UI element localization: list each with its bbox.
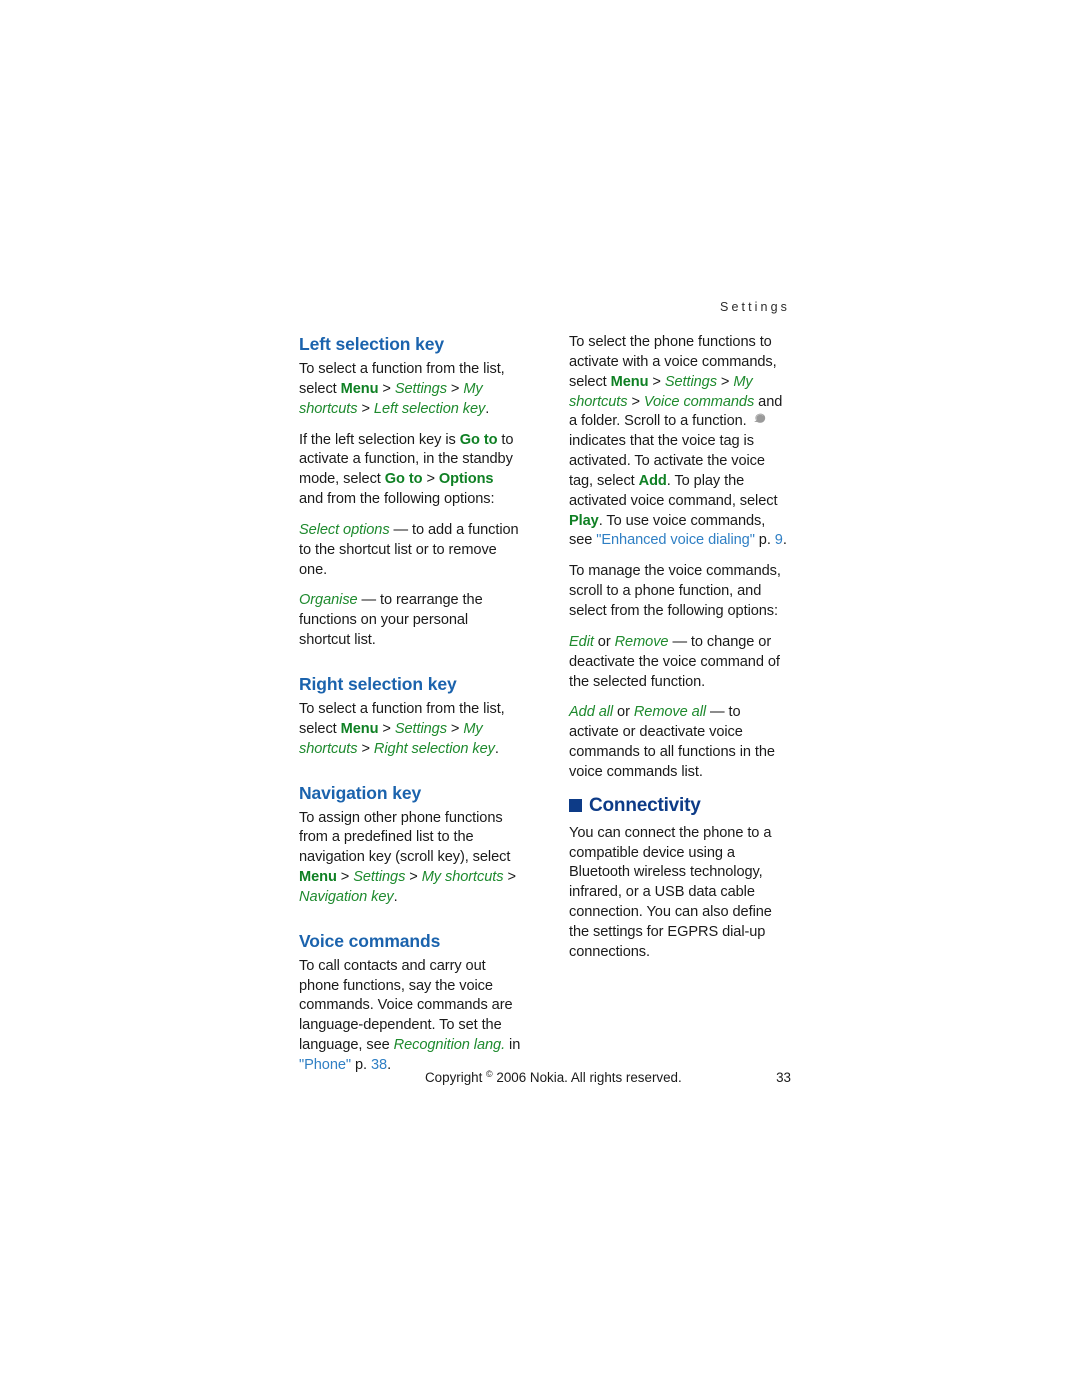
separator: > (716, 373, 734, 390)
separator: > (405, 869, 422, 886)
copyright-symbol: © (486, 1069, 493, 1079)
separator: > (503, 869, 516, 886)
menu-term: Menu (340, 380, 379, 397)
manual-page: Settings Left selection key To select a … (0, 0, 1080, 1397)
select-options-term: Select options (299, 521, 390, 538)
text-end: . (494, 740, 499, 757)
section-heading-navigation-key: Navigation key (299, 782, 422, 803)
settings-term: Settings (664, 373, 717, 390)
organise-term: Organise (299, 592, 358, 609)
chapter-heading-connectivity: Connectivity (569, 794, 791, 818)
text-mid: in (505, 1037, 521, 1054)
paragraph-navigation-key-path: To assign other phone functions from a p… (299, 809, 521, 908)
section-heading-left-selection-key: Left selection key (299, 334, 445, 354)
paragraph-voice-commands-intro: To call contacts and carry out phone fun… (299, 957, 521, 1076)
right-column: To select the phone functions to activat… (569, 333, 791, 963)
separator: > (446, 380, 464, 397)
go-to-term: Go to (384, 471, 423, 488)
text-end: . (782, 532, 787, 549)
left-column: Left selection key To select a function … (299, 333, 521, 1076)
separator: > (357, 400, 374, 417)
section-heading-voice-commands: Voice commands (299, 930, 441, 951)
right-selection-key-term: Right selection key (373, 740, 495, 757)
page-prefix: p. (754, 532, 775, 549)
voice-tag-icon (752, 412, 767, 427)
separator: > (336, 869, 354, 886)
separator: > (357, 740, 374, 757)
paragraph-edit-remove: Edit or Remove — to change or deactivate… (569, 633, 791, 693)
separator: > (446, 720, 464, 737)
two-column-body: Left selection key To select a function … (299, 333, 791, 1076)
paragraph-voice-command-activation: To select the phone functions to activat… (569, 333, 791, 551)
chapter-heading-label: Connectivity (589, 794, 701, 816)
cross-reference-page-number[interactable]: 9 (775, 532, 783, 548)
paragraph-connectivity-intro: You can connect the phone to a compatibl… (569, 824, 772, 960)
section-heading-right-selection-key: Right selection key (299, 673, 457, 694)
cross-reference-link-enhanced-voice-dialing[interactable]: "Enhanced voice dialing" (596, 532, 755, 548)
text-end: . (393, 888, 398, 905)
menu-term: Menu (340, 720, 379, 737)
separator: > (627, 393, 644, 410)
navigation-key-term: Navigation key (299, 888, 394, 905)
text-end: and from the following options: (299, 491, 495, 508)
paragraph-organise: Organise — to rearrange the functions on… (299, 591, 521, 651)
play-term: Play (569, 512, 599, 529)
copyright-prefix: Copyright (425, 1070, 487, 1085)
running-head: Settings (720, 300, 790, 314)
conjunction: or (613, 704, 634, 721)
add-all-term: Add all (569, 704, 614, 721)
remove-all-term: Remove all (633, 704, 707, 721)
separator: > (378, 380, 395, 397)
separator: > (378, 720, 395, 737)
remove-term: Remove (614, 633, 669, 650)
my-shortcuts-term: My shortcuts (421, 869, 504, 886)
go-to-term: Go to (459, 431, 498, 448)
paragraph-add-all-remove-all: Add all or Remove all — to activate or d… (569, 703, 791, 782)
add-term: Add (638, 472, 667, 489)
settings-term: Settings (394, 380, 447, 397)
text-lead: To assign other phone functions from a p… (299, 809, 511, 866)
separator: > (422, 471, 439, 488)
options-term: Options (438, 471, 494, 488)
copyright-notice: Copyright © 2006 Nokia. All rights reser… (425, 1069, 682, 1085)
voice-commands-term: Voice commands (643, 393, 755, 410)
paragraph-select-options: Select options — to add a function to th… (299, 521, 521, 581)
square-bullet-icon (569, 799, 582, 813)
paragraph-manage-voice-commands: To manage the voice commands, scroll to … (569, 563, 781, 619)
copyright-rest: 2006 Nokia. All rights reserved. (492, 1070, 682, 1085)
page-number: 33 (776, 1070, 791, 1085)
settings-term: Settings (353, 869, 406, 886)
separator: > (648, 373, 665, 390)
text-end: . (485, 400, 490, 417)
edit-term: Edit (569, 633, 594, 650)
paragraph-left-selection-path: To select a function from the list, sele… (299, 360, 521, 420)
menu-term: Menu (299, 869, 337, 886)
recognition-lang-term: Recognition lang. (393, 1037, 506, 1054)
settings-term: Settings (394, 720, 447, 737)
text-lead: If the left selection key is (299, 431, 460, 448)
page-footer: Copyright © 2006 Nokia. All rights reser… (299, 1069, 791, 1085)
conjunction: or (593, 633, 615, 650)
paragraph-right-selection-path: To select a function from the list, sele… (299, 700, 521, 760)
menu-term: Menu (610, 373, 649, 390)
paragraph-go-to-options: If the left selection key is Go to to ac… (299, 431, 521, 510)
left-selection-key-term: Left selection key (373, 400, 486, 417)
